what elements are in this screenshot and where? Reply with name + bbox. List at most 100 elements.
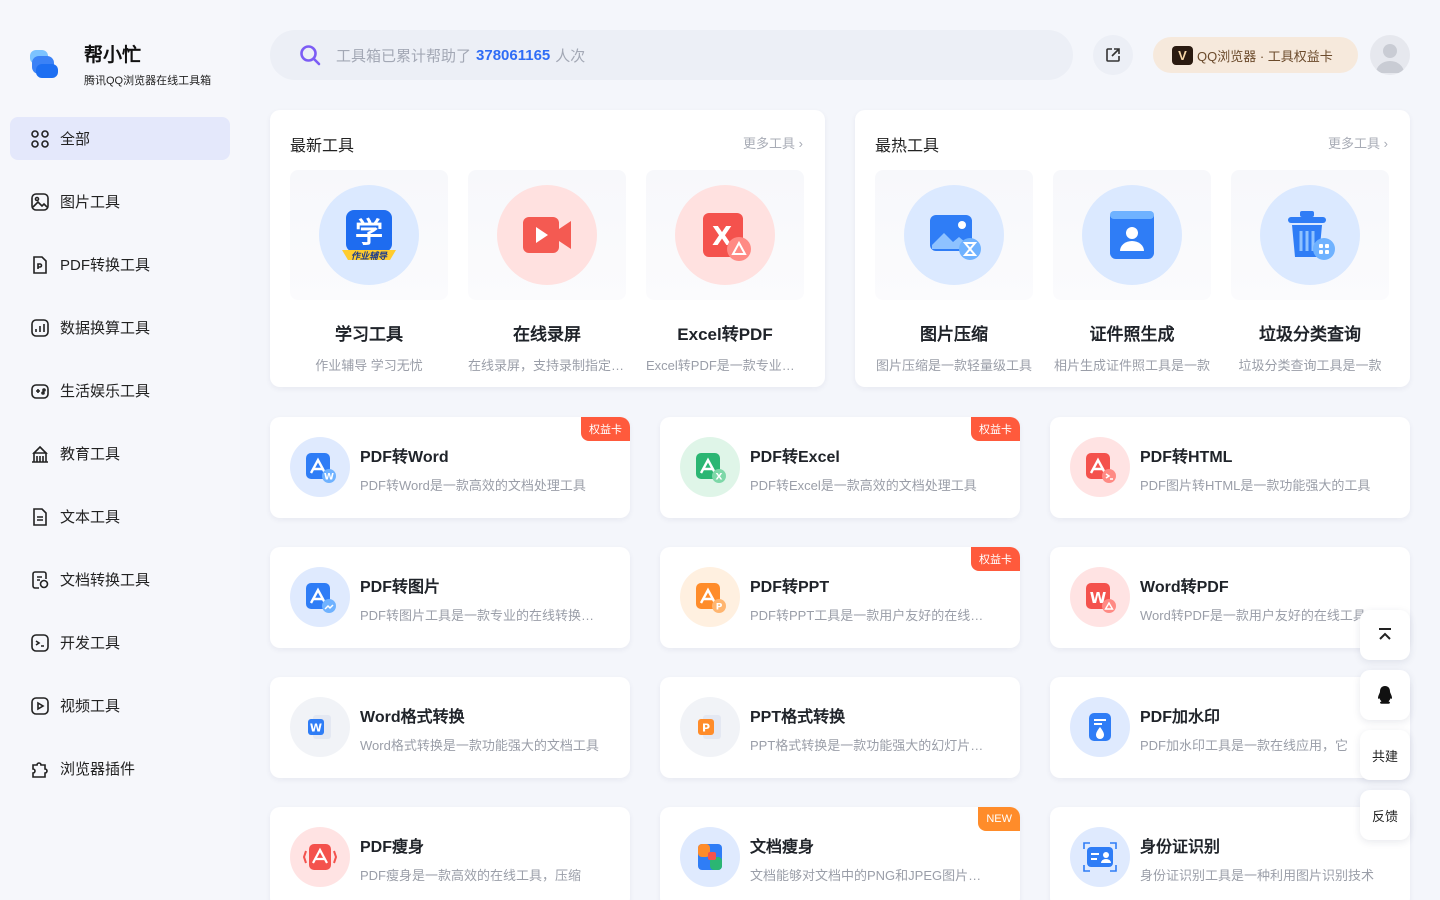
pdf-slim-icon xyxy=(302,844,338,870)
card-name: Word格式转换 xyxy=(360,709,465,726)
sidebar-item-label: 文档转换工具 xyxy=(60,572,151,589)
sidebar-item-life[interactable]: 生活娱乐工具 xyxy=(10,369,230,412)
chart-icon xyxy=(31,318,49,337)
card-desc: PDF转PPT工具是一款用户友好的在线工具 xyxy=(750,608,990,623)
card-pdf-to-excel[interactable]: X PDF转Excel PDF转Excel是一款高效的文档处理工具 权益卡 xyxy=(660,417,1020,518)
tool-name: 学习工具 xyxy=(335,325,403,344)
card-pdf-slim[interactable]: PDF瘦身 PDF瘦身是一款高效的在线工具，压缩 xyxy=(270,807,630,900)
card-word-format[interactable]: W Word格式转换 Word格式转换是一款功能强大的文档工具 xyxy=(270,677,630,778)
user-icon xyxy=(1376,44,1404,73)
cobuild-button[interactable]: 共建 xyxy=(1360,730,1410,780)
sidebar-item-text[interactable]: 文本工具 xyxy=(10,495,230,538)
back-to-top-icon xyxy=(1379,628,1391,640)
sidebar-item-label: 图片工具 xyxy=(60,194,121,211)
tool-excel-to-pdf[interactable]: X Excel转PDF Excel转PDF是一款专业工具 xyxy=(646,170,804,374)
sidebar-item-label: 开发工具 xyxy=(60,635,121,652)
tool-image-compress[interactable]: 图片压缩 图片压缩是一款轻量级工具 xyxy=(875,170,1033,374)
excel-to-pdf-icon: X xyxy=(703,213,751,261)
card-desc: Word转PDF是一款用户友好的在线工具 xyxy=(1140,608,1366,623)
qq-group-button[interactable] xyxy=(1360,670,1410,720)
pdf-to-image-icon xyxy=(306,583,336,613)
tool-desc: Excel转PDF是一款专业工具 xyxy=(646,358,804,373)
feedback-button[interactable]: 反馈 xyxy=(1360,790,1410,840)
school-icon xyxy=(32,445,48,463)
back-to-top-button[interactable] xyxy=(1360,610,1410,660)
tool-name: Excel转PDF xyxy=(677,325,773,344)
sidebar-item-education[interactable]: 教育工具 xyxy=(10,432,230,475)
svg-text:作业辅导: 作业辅导 xyxy=(351,251,388,262)
pdf-to-word-icon: W xyxy=(306,453,336,483)
pdf-to-html-icon xyxy=(1086,453,1116,483)
sidebar-item-label: 文本工具 xyxy=(60,509,121,526)
pdf-to-excel-icon: X xyxy=(696,453,726,483)
study-icon: 学作业辅导 xyxy=(342,210,396,262)
sidebar-item-dev[interactable]: 开发工具 xyxy=(10,621,230,664)
rights-card-badge: 权益卡 xyxy=(971,417,1020,441)
card-word-to-pdf[interactable]: W Word转PDF Word转PDF是一款用户友好的在线工具 xyxy=(1050,547,1410,648)
video-icon xyxy=(31,696,49,715)
word-to-pdf-icon: W xyxy=(1086,583,1116,613)
card-name: PDF转Excel xyxy=(750,449,840,466)
id-card-icon xyxy=(1083,842,1117,872)
card-desc: 文档能够对文档中的PNG和JPEG图片进行压缩 xyxy=(750,868,990,883)
sidebar-item-doc-convert[interactable]: 文档转换工具 xyxy=(10,558,230,601)
text-icon xyxy=(33,507,47,526)
card-id-card-ocr[interactable]: 身份证识别 身份证识别工具是一种利用图片识别技术 xyxy=(1050,807,1410,900)
sidebar-item-label: 浏览器插件 xyxy=(60,761,136,778)
vip-badge-icon: V xyxy=(1172,45,1193,65)
hot-tools-title: 最热工具 xyxy=(875,138,940,155)
card-pdf-watermark[interactable]: PDF加水印 PDF加水印工具是一款在线应用，它 xyxy=(1050,677,1410,778)
card-pdf-to-ppt[interactable]: P PDF转PPT PDF转PPT工具是一款用户友好的在线工具 权益卡 xyxy=(660,547,1020,648)
brand[interactable]: 帮小忙 腾讯QQ浏览器在线工具箱 xyxy=(30,40,211,88)
share-button[interactable] xyxy=(1093,35,1133,75)
card-pdf-to-html[interactable]: PDF转HTML PDF图片转HTML是一款功能强大的工具 xyxy=(1050,417,1410,518)
image-compress-icon xyxy=(930,215,981,260)
sidebar-item-image[interactable]: 图片工具 xyxy=(10,180,230,223)
card-name: PDF转Word xyxy=(360,449,449,466)
tool-id-photo[interactable]: 证件照生成 相片生成证件照工具是一款 xyxy=(1053,170,1211,374)
latest-tools-panel: 最新工具 更多工具 › 学作业辅导 学习工具 作业辅导 学习无忧 在线录屏 在线… xyxy=(270,110,825,387)
card-name: 文档瘦身 xyxy=(750,839,815,856)
tool-screen-record[interactable]: 在线录屏 在线录屏，支持录制指定区域 xyxy=(468,170,626,374)
gamepad-icon xyxy=(31,383,49,399)
latest-tools-title: 最新工具 xyxy=(290,138,355,155)
card-name: PDF瘦身 xyxy=(360,839,425,856)
sidebar-item-label: 视频工具 xyxy=(60,698,121,715)
tool-garbage-sort[interactable]: 垃圾分类查询 垃圾分类查询工具是一款 xyxy=(1231,170,1389,374)
tool-name: 图片压缩 xyxy=(920,325,988,344)
sidebar-item-label: 教育工具 xyxy=(60,446,121,463)
card-ppt-format[interactable]: P PPT格式转换 PPT格式转换是一款功能强大的幻灯片工具 xyxy=(660,677,1020,778)
sidebar-item-all[interactable]: 全部 xyxy=(10,117,230,160)
card-doc-slim[interactable]: 文档瘦身 文档能够对文档中的PNG和JPEG图片进行压缩 NEW xyxy=(660,807,1020,900)
vip-label: QQ浏览器 · 工具权益卡 xyxy=(1197,48,1333,64)
id-photo-icon xyxy=(1110,211,1154,259)
sidebar-item-data[interactable]: 数据换算工具 xyxy=(10,306,230,349)
video-record-icon xyxy=(523,217,571,253)
sidebar-item-pdf[interactable]: PDF转换工具 xyxy=(10,243,230,286)
search-count: 378061165 xyxy=(476,46,551,64)
document-convert-icon xyxy=(32,570,49,589)
brand-title: 帮小忙 xyxy=(84,45,142,66)
pdf-icon xyxy=(33,255,47,274)
doc-slim-icon xyxy=(698,844,722,870)
tool-study[interactable]: 学作业辅导 学习工具 作业辅导 学习无忧 xyxy=(290,170,448,374)
card-pdf-to-image[interactable]: PDF转图片 PDF转图片工具是一款专业的在线转换工具 xyxy=(270,547,630,648)
latest-more-link[interactable]: 更多工具 › xyxy=(743,133,803,152)
tool-desc: 相片生成证件照工具是一款 xyxy=(1053,358,1210,373)
tool-desc: 作业辅导 学习无忧 xyxy=(315,358,423,373)
sidebar-item-label: PDF转换工具 xyxy=(60,257,151,274)
vip-card-button[interactable]: V QQ浏览器 · 工具权益卡 xyxy=(1153,37,1358,73)
svg-text:X: X xyxy=(716,473,723,483)
search-bar[interactable]: 工具箱已累计帮助了 378061165 人次 xyxy=(270,30,1073,80)
tool-name: 证件照生成 xyxy=(1089,325,1175,344)
watermark-icon xyxy=(1089,713,1111,741)
tool-name: 在线录屏 xyxy=(513,325,581,344)
tool-desc: 在线录屏，支持录制指定区域 xyxy=(468,358,626,373)
card-pdf-to-word[interactable]: W PDF转Word PDF转Word是一款高效的文档处理工具 权益卡 xyxy=(270,417,630,518)
sidebar-item-plugin[interactable]: 浏览器插件 xyxy=(10,747,230,790)
card-desc: PDF图片转HTML是一款功能强大的工具 xyxy=(1140,478,1371,493)
hot-more-link[interactable]: 更多工具 › xyxy=(1328,133,1388,152)
avatar[interactable] xyxy=(1370,35,1410,75)
card-desc: 身份证识别工具是一种利用图片识别技术 xyxy=(1140,868,1375,883)
sidebar-item-video[interactable]: 视频工具 xyxy=(10,684,230,727)
